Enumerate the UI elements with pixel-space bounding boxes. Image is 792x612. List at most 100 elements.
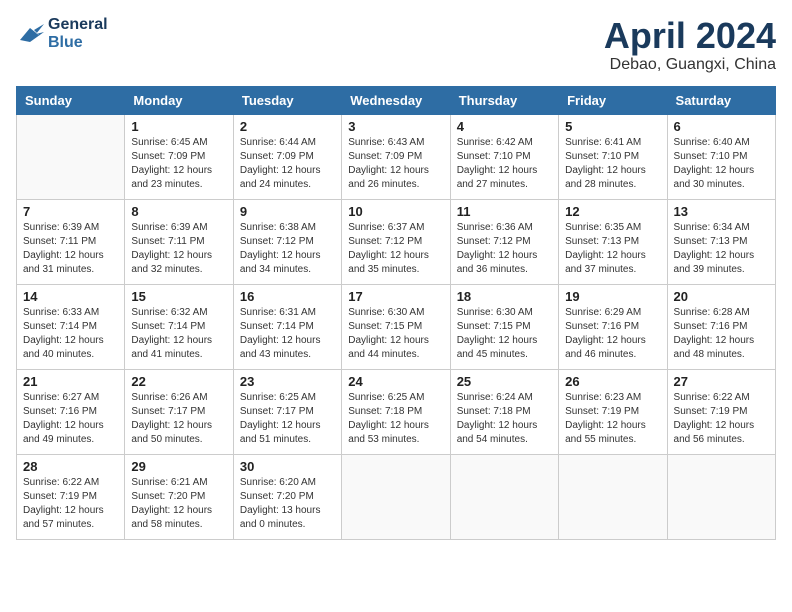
day-number: 8 [131, 204, 226, 219]
calendar-day-cell: 23Sunrise: 6:25 AMSunset: 7:17 PMDayligh… [233, 369, 341, 454]
day-number: 25 [457, 374, 552, 389]
day-info: Sunrise: 6:28 AMSunset: 7:16 PMDaylight:… [674, 306, 769, 362]
calendar-day-cell: 19 Sunrise: 6:29 AMSunset: 7:16 PMDayligh… [559, 284, 667, 369]
day-number: 20 [674, 289, 769, 304]
day-info: Sunrise: 6:42 AMSunset: 7:10 PMDaylight:… [457, 136, 552, 192]
calendar-day-cell: 24 Sunrise: 6:25 AMSunset: 7:18 PMDayligh… [342, 369, 450, 454]
day-info: Sunrise: 6:21 AMSunset: 7:20 PMDaylight:… [131, 476, 226, 532]
weekday-header: Sunday [17, 86, 125, 114]
calendar-day-cell: 8 Sunrise: 6:39 AMSunset: 7:11 PMDaylight… [125, 199, 233, 284]
calendar-day-cell: 5 Sunrise: 6:41 AMSunset: 7:10 PMDaylight… [559, 114, 667, 199]
calendar-table: SundayMondayTuesdayWednesdayThursdayFrid… [16, 86, 776, 540]
day-info: Sunrise: 6:32 AMSunset: 7:14 PMDaylight:… [131, 306, 226, 362]
calendar-day-cell: 29Sunrise: 6:21 AMSunset: 7:20 PMDayligh… [125, 454, 233, 539]
calendar-day-cell: 14 Sunrise: 6:33 AMSunset: 7:14 PMDayligh… [17, 284, 125, 369]
calendar-week-row: 1 Sunrise: 6:45 AMSunset: 7:09 PMDaylight… [17, 114, 776, 199]
weekday-header: Saturday [667, 86, 775, 114]
weekday-header: Tuesday [233, 86, 341, 114]
calendar-day-cell: 16Sunrise: 6:31 AMSunset: 7:14 PMDayligh… [233, 284, 341, 369]
day-number: 15 [131, 289, 226, 304]
day-number: 19 [565, 289, 660, 304]
day-info: Sunrise: 6:43 AMSunset: 7:09 PMDaylight:… [348, 136, 443, 192]
calendar-day-cell: 17 Sunrise: 6:30 AMSunset: 7:15 PMDayligh… [342, 284, 450, 369]
day-info: Sunrise: 6:39 AMSunset: 7:11 PMDaylight:… [23, 221, 118, 277]
day-number: 28 [23, 459, 118, 474]
calendar-day-cell: 28 Sunrise: 6:22 AMSunset: 7:19 PMDayligh… [17, 454, 125, 539]
calendar-week-row: 21 Sunrise: 6:27 AMSunset: 7:16 PMDayligh… [17, 369, 776, 454]
day-info: Sunrise: 6:31 AMSunset: 7:14 PMDaylight:… [240, 306, 335, 362]
day-info: Sunrise: 6:33 AMSunset: 7:14 PMDaylight:… [23, 306, 118, 362]
location: Debao, Guangxi, China [604, 56, 776, 74]
day-info: Sunrise: 6:41 AMSunset: 7:10 PMDaylight:… [565, 136, 660, 192]
day-info: Sunrise: 6:39 AMSunset: 7:11 PMDaylight:… [131, 221, 226, 277]
calendar-day-cell: 7 Sunrise: 6:39 AMSunset: 7:11 PMDaylight… [17, 199, 125, 284]
day-info: Sunrise: 6:25 AMSunset: 7:18 PMDaylight:… [348, 391, 443, 447]
day-number: 9 [240, 204, 335, 219]
calendar-day-cell: 10 Sunrise: 6:37 AMSunset: 7:12 PMDayligh… [342, 199, 450, 284]
day-info: Sunrise: 6:22 AMSunset: 7:19 PMDaylight:… [23, 476, 118, 532]
day-info: Sunrise: 6:45 AMSunset: 7:09 PMDaylight:… [131, 136, 226, 192]
day-info: Sunrise: 6:22 AMSunset: 7:19 PMDaylight:… [674, 391, 769, 447]
calendar-day-cell: 15 Sunrise: 6:32 AMSunset: 7:14 PMDayligh… [125, 284, 233, 369]
calendar-day-cell: 27 Sunrise: 6:22 AMSunset: 7:19 PMDayligh… [667, 369, 775, 454]
weekday-header: Thursday [450, 86, 558, 114]
day-info: Sunrise: 6:30 AMSunset: 7:15 PMDaylight:… [348, 306, 443, 362]
month-year: April 2024 [604, 16, 776, 56]
logo: General Blue [16, 16, 108, 51]
page-header: General Blue April 2024 Debao, Guangxi, … [16, 16, 776, 74]
calendar-week-row: 28 Sunrise: 6:22 AMSunset: 7:19 PMDayligh… [17, 454, 776, 539]
day-number: 4 [457, 119, 552, 134]
day-info: Sunrise: 6:37 AMSunset: 7:12 PMDaylight:… [348, 221, 443, 277]
calendar-day-cell: 11Sunrise: 6:36 AMSunset: 7:12 PMDayligh… [450, 199, 558, 284]
day-info: Sunrise: 6:20 AMSunset: 7:20 PMDaylight:… [240, 476, 335, 532]
calendar-day-cell: 4 Sunrise: 6:42 AMSunset: 7:10 PMDaylight… [450, 114, 558, 199]
day-number: 14 [23, 289, 118, 304]
calendar-day-cell [667, 454, 775, 539]
day-info: Sunrise: 6:38 AMSunset: 7:12 PMDaylight:… [240, 221, 335, 277]
day-number: 27 [674, 374, 769, 389]
calendar-day-cell: 20 Sunrise: 6:28 AMSunset: 7:16 PMDayligh… [667, 284, 775, 369]
day-number: 22 [131, 374, 226, 389]
calendar-day-cell: 6Sunrise: 6:40 AMSunset: 7:10 PMDaylight… [667, 114, 775, 199]
day-number: 2 [240, 119, 335, 134]
day-info: Sunrise: 6:30 AMSunset: 7:15 PMDaylight:… [457, 306, 552, 362]
calendar-day-cell [450, 454, 558, 539]
day-number: 1 [131, 119, 226, 134]
calendar-day-cell [342, 454, 450, 539]
day-info: Sunrise: 6:34 AMSunset: 7:13 PMDaylight:… [674, 221, 769, 277]
day-number: 7 [23, 204, 118, 219]
calendar-day-cell: 26 Sunrise: 6:23 AMSunset: 7:19 PMDayligh… [559, 369, 667, 454]
calendar-day-cell: 2 Sunrise: 6:44 AMSunset: 7:09 PMDaylight… [233, 114, 341, 199]
day-number: 26 [565, 374, 660, 389]
calendar-day-cell [559, 454, 667, 539]
day-info: Sunrise: 6:25 AMSunset: 7:17 PMDaylight:… [240, 391, 335, 447]
day-number: 24 [348, 374, 443, 389]
weekday-header: Monday [125, 86, 233, 114]
day-number: 10 [348, 204, 443, 219]
calendar-title: April 2024 Debao, Guangxi, China [604, 16, 776, 74]
calendar-day-cell: 3Sunrise: 6:43 AMSunset: 7:09 PMDaylight… [342, 114, 450, 199]
day-number: 13 [674, 204, 769, 219]
day-number: 30 [240, 459, 335, 474]
day-number: 21 [23, 374, 118, 389]
calendar-day-cell: 30 Sunrise: 6:20 AMSunset: 7:20 PMDayligh… [233, 454, 341, 539]
calendar-day-cell: 13 Sunrise: 6:34 AMSunset: 7:13 PMDayligh… [667, 199, 775, 284]
day-info: Sunrise: 6:44 AMSunset: 7:09 PMDaylight:… [240, 136, 335, 192]
day-info: Sunrise: 6:23 AMSunset: 7:19 PMDaylight:… [565, 391, 660, 447]
weekday-header-row: SundayMondayTuesdayWednesdayThursdayFrid… [17, 86, 776, 114]
day-info: Sunrise: 6:36 AMSunset: 7:12 PMDaylight:… [457, 221, 552, 277]
calendar-day-cell: 12Sunrise: 6:35 AMSunset: 7:13 PMDayligh… [559, 199, 667, 284]
calendar-day-cell: 18Sunrise: 6:30 AMSunset: 7:15 PMDayligh… [450, 284, 558, 369]
day-info: Sunrise: 6:27 AMSunset: 7:16 PMDaylight:… [23, 391, 118, 447]
calendar-day-cell: 22 Sunrise: 6:26 AMSunset: 7:17 PMDayligh… [125, 369, 233, 454]
calendar-week-row: 14 Sunrise: 6:33 AMSunset: 7:14 PMDayligh… [17, 284, 776, 369]
day-number: 12 [565, 204, 660, 219]
day-number: 5 [565, 119, 660, 134]
calendar-day-cell: 25Sunrise: 6:24 AMSunset: 7:18 PMDayligh… [450, 369, 558, 454]
day-info: Sunrise: 6:26 AMSunset: 7:17 PMDaylight:… [131, 391, 226, 447]
calendar-day-cell: 9 Sunrise: 6:38 AMSunset: 7:12 PMDaylight… [233, 199, 341, 284]
day-info: Sunrise: 6:29 AMSunset: 7:16 PMDaylight:… [565, 306, 660, 362]
day-number: 17 [348, 289, 443, 304]
weekday-header: Wednesday [342, 86, 450, 114]
weekday-header: Friday [559, 86, 667, 114]
